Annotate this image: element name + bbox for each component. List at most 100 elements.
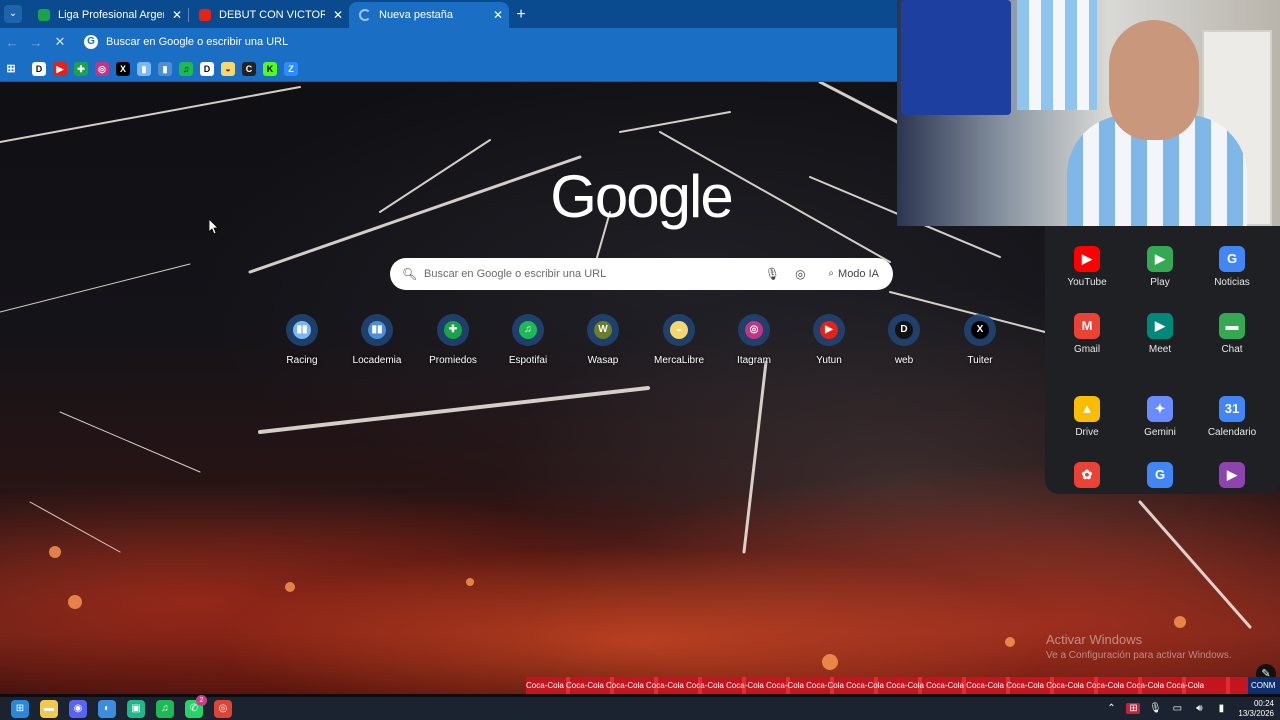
shortcut-label: Wasap	[587, 355, 619, 366]
app-meet[interactable]: ▶ Meet	[1124, 313, 1196, 373]
volume-icon[interactable]: 🔊︎	[1192, 703, 1206, 714]
close-tab-icon[interactable]: ✕	[333, 2, 343, 28]
bookmark-4-icon[interactable]: X	[116, 61, 130, 76]
close-tab-icon[interactable]: ✕	[493, 2, 503, 28]
bookmark-11-icon[interactable]: K	[263, 61, 277, 76]
tab-title: Liga Profesional Argentina - PC	[58, 9, 164, 21]
shortcut-label: Racing	[286, 355, 318, 366]
bookmark-6-icon[interactable]: ▮	[158, 61, 172, 76]
address-bar[interactable]: G Buscar en Google o escribir una URL	[82, 31, 897, 53]
liga-favicon-icon	[38, 9, 50, 21]
shortcut-label: Promiedos	[429, 355, 477, 366]
tab-nueva-pestana[interactable]: Nueva pestaña ✕	[349, 2, 509, 28]
shortcut-tuiter-icon: X	[971, 321, 989, 339]
stop-loading-button[interactable]: ✕	[48, 34, 72, 50]
app-app-10[interactable]: G	[1124, 462, 1196, 494]
app-blue-icon[interactable]: ◐	[98, 699, 116, 718]
display-icon[interactable]: ▭	[1170, 703, 1184, 714]
webcam-overlay	[897, 0, 1280, 226]
tab-liga-profesional[interactable]: Liga Profesional Argentina - PC ✕	[28, 2, 188, 28]
file-explorer-glyph: ▬	[44, 702, 54, 714]
shortcut-icon-circle: ◒	[663, 314, 695, 346]
app-play[interactable]: ▶ Play	[1124, 246, 1196, 306]
calendario-icon: 31	[1219, 396, 1245, 422]
clock[interactable]: 00:24 13/3/2026	[1238, 699, 1274, 719]
app-noticias[interactable]: G Noticias	[1196, 246, 1268, 306]
app-label: Noticias	[1214, 277, 1250, 288]
back-button[interactable]: ←	[0, 35, 24, 50]
shortcut-icon-circle: ✚	[437, 314, 469, 346]
shortcut-wasap[interactable]: W Wasap	[568, 312, 638, 374]
app-green-icon[interactable]: ▣	[127, 699, 145, 718]
mouse-cursor-icon	[209, 219, 219, 235]
shortcut-web[interactable]: Dweb	[869, 312, 939, 374]
app-app-9[interactable]: ✿	[1051, 462, 1123, 494]
loading-spinner-icon	[359, 9, 371, 21]
shortcut-web-icon: D	[895, 321, 913, 339]
chevron-up-icon[interactable]: ⌃	[1104, 703, 1118, 714]
shortcut-espotifai[interactable]: ♫ Espotifai	[493, 312, 563, 374]
shortcut-promiedos[interactable]: ✚ Promiedos	[418, 312, 488, 374]
wall-jersey-striped	[1017, 0, 1097, 110]
bookmark-10-icon[interactable]: C	[242, 61, 256, 76]
google-search-box[interactable]: 🔍︎ 🎙︎ ◎ ⌕ Modo IA	[390, 258, 893, 290]
app-gmail[interactable]: M Gmail	[1051, 313, 1123, 373]
bookmark-3-icon[interactable]: ◎	[95, 61, 109, 76]
close-tab-icon[interactable]: ✕	[172, 2, 182, 28]
shortcut-yutun[interactable]: ▶ Yutun	[794, 312, 864, 374]
shortcut-promiedos-icon: ✚	[444, 321, 462, 339]
shortcut-tuiter[interactable]: X Tuiter	[945, 312, 1015, 374]
discord-icon[interactable]: ◉	[69, 699, 87, 718]
apps-grid-icon[interactable]: ⊞	[4, 62, 18, 76]
spotify-glyph: ♫	[161, 702, 169, 714]
shortcut-label: Espotifai	[508, 355, 548, 366]
app-gemini[interactable]: ✦ Gemini	[1124, 396, 1196, 456]
start-icon[interactable]: ⊞	[11, 699, 29, 718]
spotify-icon[interactable]: ♫	[156, 699, 174, 718]
app-drive[interactable]: ▲ Drive	[1051, 396, 1123, 456]
shortcut-label: Locademia	[352, 355, 402, 366]
app-label: Gemini	[1144, 427, 1176, 438]
shortcut-yutun-icon: ▶	[820, 321, 838, 339]
shortcut-racing-icon: ▮▮	[293, 321, 311, 339]
app-youtube[interactable]: ▶ YouTube	[1051, 246, 1123, 306]
shortcut-icon-circle: X	[964, 314, 996, 346]
google-lens-icon[interactable]: ◎	[792, 267, 808, 281]
bookmark-0-icon[interactable]: D	[32, 61, 46, 76]
new-tab-button[interactable]: +	[509, 2, 533, 28]
shortcut-locademia[interactable]: ▮▮ Locademia	[342, 312, 412, 374]
bookmark-2-icon[interactable]: ✚	[74, 61, 88, 76]
battery-icon[interactable]: ▮	[1214, 703, 1228, 714]
file-explorer-icon[interactable]: ▬	[40, 699, 58, 718]
chrome-icon[interactable]: ◎	[214, 699, 232, 718]
app-calendario[interactable]: 31 Calendario	[1196, 396, 1268, 456]
bookmark-9-icon[interactable]: ◒	[221, 61, 235, 76]
app-chat[interactable]: ▬ Chat	[1196, 313, 1268, 373]
shortcut-racing[interactable]: ▮▮ Racing	[267, 312, 337, 374]
tab-search-menu-button[interactable]: ⌄	[4, 5, 22, 23]
bookmark-8-icon[interactable]: D	[200, 61, 214, 76]
shortcut-itagram[interactable]: ◎ Itagram	[719, 312, 789, 374]
shortcut-mercalibre[interactable]: ◒ MercaLibre	[644, 312, 714, 374]
bookmark-12-icon[interactable]: Z	[284, 61, 298, 76]
microphone-icon[interactable]: 🎙︎	[764, 267, 780, 281]
microphone-icon[interactable]: 🎙︎	[1148, 703, 1162, 714]
google-logo: Google	[550, 163, 733, 230]
system-tray: ⌃ ⊞ 🎙︎ ▭ 🔊︎ ▮ 00:24 13/3/2026	[1096, 699, 1280, 719]
tray-app-icon[interactable]: ⊞	[1126, 703, 1141, 714]
forward-button[interactable]: →	[24, 35, 48, 50]
bookmark-1-icon[interactable]: ▶	[53, 61, 67, 76]
app-11-icon: ▶	[1219, 462, 1245, 488]
app-label: Meet	[1148, 344, 1172, 355]
windows-taskbar: ⊞ ▬ ◉ ◐ ▣ ♫ ✆ 2 ◎ ⌃ ⊞ 🎙︎ ▭ 🔊︎ ▮ 00:24 13/3/2026	[0, 694, 1280, 720]
bookmark-7-icon[interactable]: ♫	[179, 61, 193, 76]
app-label: Gmail	[1073, 344, 1101, 355]
whatsapp-icon[interactable]: ✆ 2	[185, 694, 207, 718]
shortcut-wasap-icon: W	[594, 321, 612, 339]
shortcut-label: Yutun	[816, 355, 842, 366]
bookmark-5-icon[interactable]: ▮	[137, 61, 151, 76]
app-app-11[interactable]: ▶	[1196, 462, 1268, 494]
tab-debut-video[interactable]: DEBUT CON VICTORIA PARA EL ✕	[189, 2, 349, 28]
modo-ia-button[interactable]: ⌕ Modo IA	[820, 262, 889, 286]
search-input[interactable]	[424, 268, 765, 280]
